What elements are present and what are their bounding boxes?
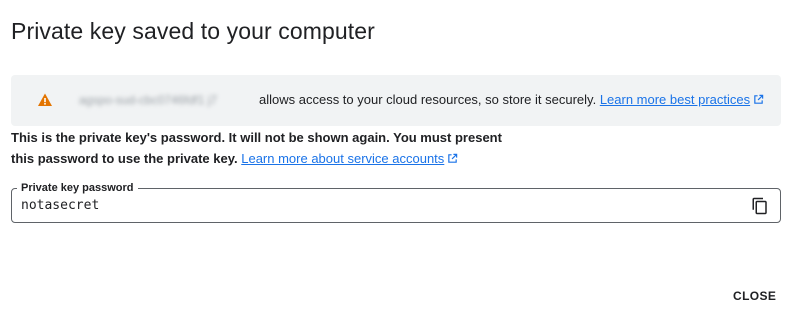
learn-more-service-accounts-link[interactable]: Learn more about service accounts	[241, 151, 458, 166]
private-key-password-field: Private key password	[11, 181, 781, 223]
warning-message: allows access to your cloud resources, s…	[259, 92, 764, 108]
private-key-dialog: Private key saved to your computer agspo…	[0, 0, 796, 323]
warning-icon	[37, 92, 53, 108]
warning-message-text: allows access to your cloud resources, s…	[259, 92, 597, 107]
dialog-title: Private key saved to your computer	[11, 18, 375, 44]
external-link-icon	[447, 149, 458, 170]
private-key-password-input[interactable]	[21, 198, 721, 213]
redacted-key-id: agspo-sud-cbc0746fdf1 j7	[79, 93, 218, 107]
best-practices-link-label: Learn more best practices	[599, 92, 751, 107]
learn-more-best-practices-link[interactable]: Learn more best practices	[600, 92, 764, 107]
password-info: This is the private key's password. It w…	[11, 127, 511, 170]
service-accounts-link-label: Learn more about service accounts	[241, 151, 445, 166]
warning-banner: agspo-sud-cbc0746fdf1 j7 allows access t…	[11, 75, 781, 126]
close-button[interactable]: CLOSE	[727, 287, 782, 305]
external-link-icon	[753, 93, 764, 108]
private-key-password-label: Private key password	[17, 181, 138, 195]
copy-icon[interactable]	[751, 197, 769, 215]
